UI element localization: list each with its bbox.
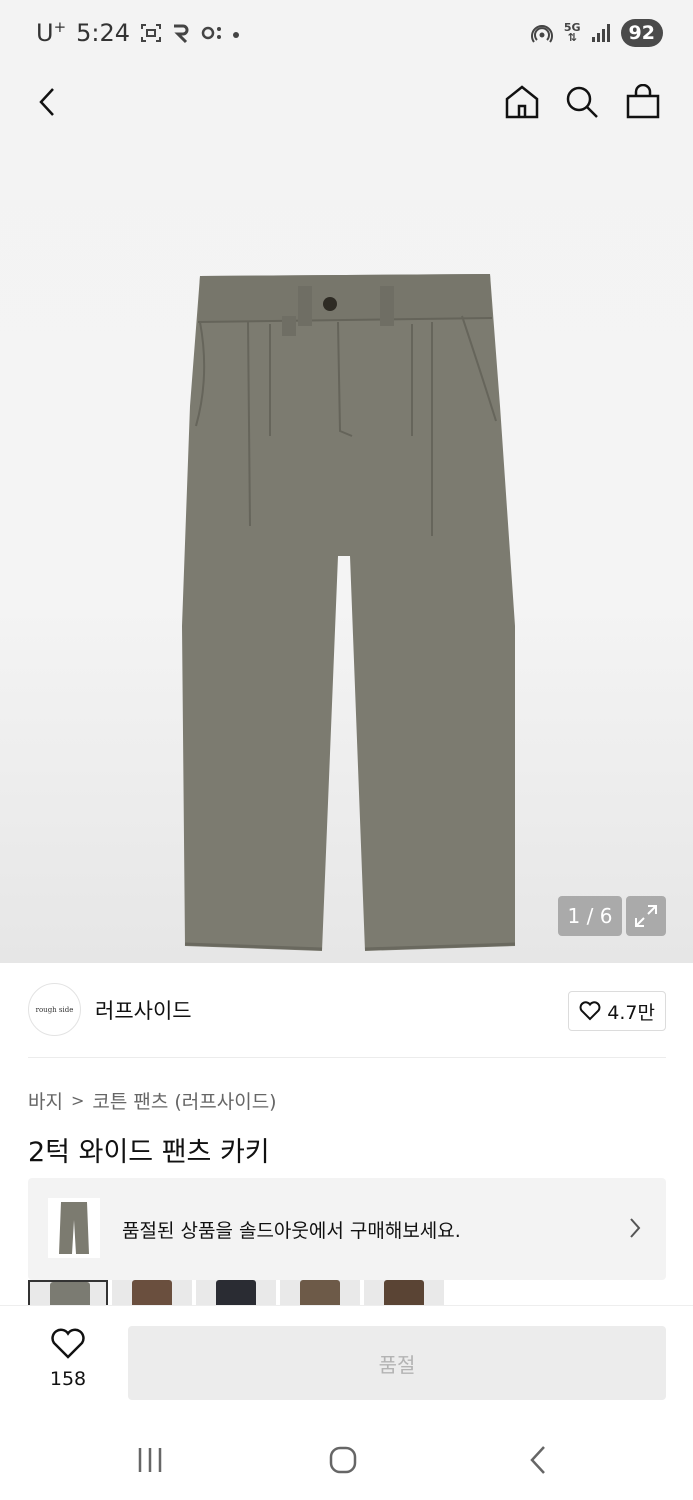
app-r-icon bbox=[174, 24, 189, 43]
brand-logo[interactable]: rough side bbox=[28, 983, 81, 1036]
home-button[interactable] bbox=[500, 80, 544, 124]
back-icon bbox=[39, 88, 54, 116]
color-swatches bbox=[28, 1280, 444, 1306]
product-image-gallery[interactable]: 1 / 6 bbox=[0, 66, 693, 963]
color-swatch[interactable] bbox=[196, 1280, 276, 1306]
home-icon bbox=[505, 85, 539, 119]
shopping-bag-icon bbox=[626, 84, 660, 119]
search-button[interactable] bbox=[560, 80, 604, 124]
breadcrumb-item-category[interactable]: 바지 bbox=[28, 1087, 63, 1114]
bottom-action-bar: 158 품절 bbox=[0, 1305, 693, 1420]
recent-apps-button[interactable] bbox=[125, 1438, 175, 1482]
brand-row[interactable]: rough side 러프사이드 4.7만 bbox=[28, 983, 666, 1037]
color-swatch[interactable] bbox=[28, 1280, 108, 1306]
expand-image-button[interactable] bbox=[626, 896, 666, 936]
clock: 5:24 bbox=[76, 18, 131, 47]
breadcrumb: 바지 > 코튼 팬츠 (러프사이드) bbox=[28, 1087, 277, 1114]
color-swatch[interactable] bbox=[364, 1280, 444, 1306]
chevron-right-icon bbox=[630, 1218, 641, 1238]
divider bbox=[28, 1057, 666, 1058]
brand-like-button[interactable]: 4.7만 bbox=[568, 991, 666, 1031]
color-swatch[interactable] bbox=[280, 1280, 360, 1306]
back-button[interactable] bbox=[26, 80, 70, 124]
brand-like-count: 4.7만 bbox=[607, 1001, 655, 1024]
system-back-button[interactable] bbox=[513, 1438, 563, 1482]
heart-icon bbox=[579, 1001, 601, 1021]
color-swatch[interactable] bbox=[112, 1280, 192, 1306]
hotspot-icon bbox=[530, 25, 553, 43]
brand-name[interactable]: 러프사이드 bbox=[95, 995, 192, 1025]
home-system-button[interactable] bbox=[318, 1438, 368, 1482]
expand-icon bbox=[635, 905, 657, 927]
signal-icon bbox=[591, 24, 610, 42]
battery-indicator: 92 bbox=[620, 19, 663, 47]
system-navigation-bar bbox=[0, 1420, 693, 1500]
screenshot-icon bbox=[141, 23, 162, 42]
heart-icon bbox=[51, 1328, 85, 1359]
product-title: 2턱 와이드 팬츠 카키 bbox=[28, 1137, 270, 1168]
product-image bbox=[182, 274, 516, 951]
soldout-thumbnail bbox=[48, 1198, 100, 1258]
network-5g-icon: 5G ⇅ bbox=[563, 21, 581, 44]
cart-button[interactable] bbox=[621, 80, 665, 124]
chevron-right-icon: > bbox=[70, 1091, 85, 1110]
status-bar: U+ 5:24 5G ⇅ 92 bbox=[0, 0, 693, 66]
breadcrumb-item-subcategory[interactable]: 코튼 팬츠 (러프사이드) bbox=[92, 1087, 276, 1114]
search-icon bbox=[566, 86, 598, 118]
dot-icon bbox=[233, 31, 240, 38]
soldout-banner[interactable]: 품절된 상품을 솔드아웃에서 구매해보세요. bbox=[28, 1178, 666, 1280]
carrier-label: U+ bbox=[36, 18, 67, 47]
image-page-counter: 1 / 6 bbox=[558, 896, 622, 936]
soldout-banner-text: 품절된 상품을 솔드아웃에서 구매해보세요. bbox=[122, 1220, 461, 1242]
wishlist-count: 158 bbox=[49, 1368, 87, 1390]
wishlist-button[interactable]: 158 bbox=[40, 1328, 96, 1390]
home-circle-icon bbox=[329, 1446, 357, 1474]
back-icon bbox=[530, 1446, 545, 1474]
top-navigation bbox=[0, 66, 693, 136]
key-icon bbox=[201, 26, 222, 39]
buy-button[interactable]: 품절 bbox=[128, 1326, 666, 1400]
recent-apps-icon bbox=[138, 1448, 162, 1472]
